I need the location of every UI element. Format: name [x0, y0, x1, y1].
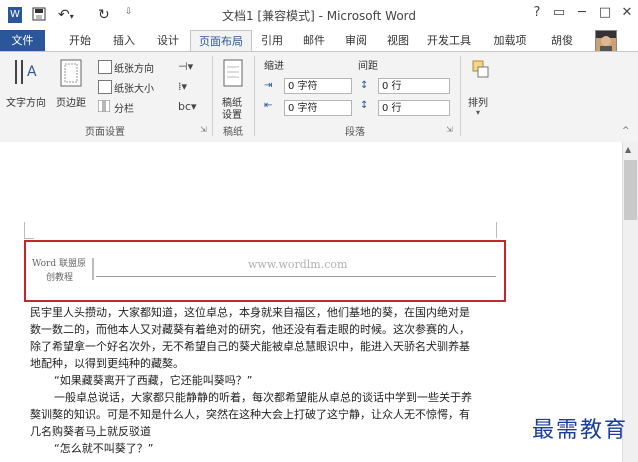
tab-design[interactable]: 设计: [148, 30, 188, 51]
text-direction-icon[interactable]: A: [10, 58, 46, 92]
spacing-before-field[interactable]: 0 行: [378, 78, 450, 94]
watermark: 最需教育: [531, 418, 628, 443]
manuscript-icon[interactable]: [222, 58, 246, 92]
paragraph-line: 一般卓总说话，大家都只能静静的听着，每次都希望能从卓总的谈话中学到一些关于养: [54, 391, 472, 404]
paragraph-line: “怎么就不叫葵了？”: [54, 442, 154, 455]
margins-icon[interactable]: [58, 58, 86, 92]
spacing-after-field[interactable]: 0 行: [378, 100, 450, 116]
maximize-button[interactable]: □: [594, 3, 616, 23]
page-setup-group-label: 页面设置: [85, 127, 125, 138]
tab-page-layout[interactable]: 页面布局: [190, 30, 252, 52]
breaks-icon[interactable]: ⊣▾: [178, 60, 193, 73]
spacing-before-icon: ↕: [360, 80, 369, 91]
tab-addins[interactable]: 加载项: [486, 30, 534, 51]
header-logo-line1: Word 联盟原: [32, 259, 86, 269]
line-numbers-icon[interactable]: ⁞▾: [178, 80, 187, 93]
text-direction-label[interactable]: 文字方向: [6, 94, 46, 109]
orientation-label[interactable]: 纸张方向: [114, 60, 154, 75]
indent-label: 缩进: [264, 61, 284, 72]
manuscript-button-line2[interactable]: 设置: [222, 106, 242, 121]
spacing-after-icon: ↕: [360, 100, 369, 111]
tab-review[interactable]: 审阅: [338, 30, 374, 51]
user-name[interactable]: 胡俊: [544, 30, 580, 51]
orientation-icon[interactable]: [98, 60, 112, 74]
tab-insert[interactable]: 插入: [104, 30, 144, 51]
indent-left-icon: ⇥: [264, 80, 273, 91]
paragraph-line: 除了希望拿一个好名次外，无不希望自己的葵犬能被卓总慧眼识中，能进入天骄名犬驯养基: [30, 340, 470, 353]
header-highlight-box: [24, 240, 506, 302]
size-label[interactable]: 纸张大小: [114, 80, 154, 95]
indent-left-field[interactable]: 0 字符: [284, 78, 352, 94]
help-button[interactable]: ?: [526, 3, 548, 23]
tab-references[interactable]: 引用: [254, 30, 290, 51]
separator: [254, 56, 255, 136]
crop-mark: [496, 222, 497, 238]
ribbon-display-button[interactable]: ▭: [548, 3, 570, 23]
scroll-up-icon[interactable]: ▲: [625, 145, 631, 154]
margins-label[interactable]: 页边距: [56, 94, 86, 109]
paragraph-line: 獒训獒的知识。可是不知是什么人，突然在这种大会上打破了这宁静，让众人无不惊愕，有: [30, 408, 470, 421]
paragraph-group-label: 段落: [345, 127, 365, 138]
collapse-ribbon-icon[interactable]: ^: [622, 126, 630, 136]
header-divider: [92, 258, 94, 280]
paragraph-line: 地配种，以得到更纯种的藏獒。: [30, 357, 184, 370]
hyphenation-icon[interactable]: bc▾: [178, 100, 197, 113]
tab-view[interactable]: 视图: [380, 30, 416, 51]
paragraph-line: 民宇里人头攒动，大家都知道，这位卓总，本身就来自福区，他们基地的葵，在国内绝对是: [30, 306, 470, 319]
paragraph-line: 数一数二的，而他本人又对藏葵有着绝对的研究，他还没有看走眼的时候。这次参赛的人，: [30, 323, 470, 336]
indent-right-icon: ⇤: [264, 100, 273, 111]
arrange-icon[interactable]: [472, 60, 492, 82]
arrange-label[interactable]: 排列: [468, 94, 488, 109]
minimize-button[interactable]: ─: [571, 3, 593, 23]
close-button[interactable]: ✕: [616, 3, 638, 23]
arrange-dropdown-icon[interactable]: ▾: [476, 108, 480, 117]
columns-icon[interactable]: [97, 99, 111, 113]
indent-right-field[interactable]: 0 字符: [284, 100, 352, 116]
spacing-label: 间距: [358, 61, 378, 72]
tab-file[interactable]: 文件: [0, 30, 45, 51]
tab-developer[interactable]: 开发工具: [420, 30, 478, 51]
tab-mailings[interactable]: 邮件: [296, 30, 332, 51]
separator: [212, 56, 213, 136]
columns-label[interactable]: 分栏: [114, 100, 134, 115]
tab-home[interactable]: 开始: [60, 30, 100, 51]
size-icon[interactable]: [98, 80, 112, 94]
manuscript-group-label: 稿纸: [223, 127, 243, 138]
paragraph-line: “如果藏葵离开了西藏，它还能叫葵吗？”: [54, 374, 253, 387]
header-logo-line2: 创教程: [46, 273, 74, 283]
paragraph-launcher-icon[interactable]: ⇲: [446, 125, 453, 134]
scroll-thumb[interactable]: [624, 160, 637, 220]
crop-mark: [24, 238, 34, 239]
avatar[interactable]: [595, 30, 617, 52]
header-url: www.wordlm.com: [248, 258, 348, 271]
header-rule: [96, 276, 496, 277]
separator: [460, 56, 461, 136]
crop-mark: [24, 222, 25, 238]
page-setup-launcher-icon[interactable]: ⇲: [200, 125, 207, 134]
paragraph-line: 几名购葵者马上就反驳道: [30, 425, 151, 438]
svg-text:A: A: [27, 64, 37, 80]
